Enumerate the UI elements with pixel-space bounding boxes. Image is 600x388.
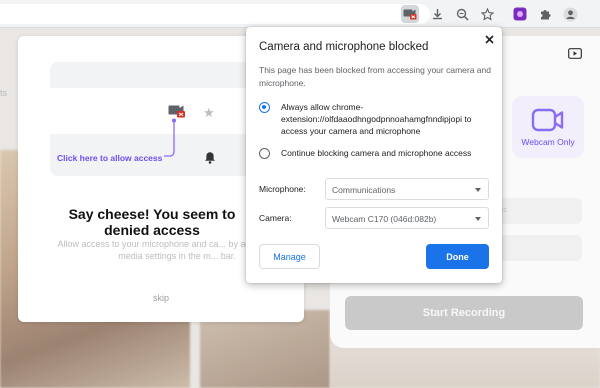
microphone-label: Microphone: (259, 184, 306, 194)
camera-select[interactable]: Webcam C170 (046d:082b) (325, 207, 489, 229)
camera-value: Webcam C170 (046d:082b) (332, 214, 437, 224)
allow-option-label[interactable]: Always allow chrome-extension://olfdaaod… (281, 101, 491, 137)
microphone-select[interactable]: Communications (325, 178, 489, 200)
webcam-only-label: Webcam Only (521, 137, 575, 147)
camera-blocked-icon[interactable] (401, 5, 419, 23)
permission-popup: Camera and microphone blocked This page … (246, 27, 502, 283)
extension-app-icon[interactable] (511, 5, 529, 23)
camera-blocked-icon (168, 104, 186, 118)
manage-button[interactable]: Manage (259, 244, 320, 269)
browser-toolbar (0, 0, 600, 28)
background-text: ts (0, 88, 8, 98)
card-title-line2: denied access (104, 222, 200, 238)
allow-access-link: Click here to allow access (57, 153, 163, 163)
bookmark-star-icon[interactable] (478, 5, 496, 23)
bell-icon (204, 151, 216, 164)
card-title: Say cheese! You seem to denied access (50, 206, 254, 238)
chevron-down-icon (475, 188, 481, 192)
camera-label: Camera: (259, 213, 292, 223)
puzzle-extensions-icon[interactable] (536, 5, 554, 23)
allow-radio[interactable] (259, 102, 270, 113)
close-icon[interactable] (482, 32, 496, 46)
popup-description: This page has been blocked from accessin… (259, 65, 491, 88)
card-title-line1: Say cheese! You seem to (68, 206, 236, 222)
webcam-only-option[interactable]: Webcam Only (512, 96, 584, 158)
start-recording-button[interactable]: Start Recording (345, 296, 583, 330)
download-icon[interactable] (428, 5, 446, 23)
webcam-icon (531, 108, 564, 132)
pointer-arrow (164, 118, 176, 157)
illustration-address-bar (50, 88, 270, 134)
address-bar[interactable] (0, 4, 430, 24)
audio-source-field[interactable]: ess (490, 198, 582, 224)
block-radio[interactable] (259, 148, 270, 159)
done-button[interactable]: Done (426, 244, 489, 269)
skip-link[interactable]: skip (18, 293, 304, 303)
video-library-icon[interactable] (568, 46, 584, 60)
microphone-value: Communications (332, 185, 396, 195)
profile-icon[interactable] (561, 5, 579, 23)
star-icon: ★ (203, 105, 215, 120)
popup-title: Camera and microphone blocked (259, 41, 429, 53)
block-option-label[interactable]: Continue blocking camera and microphone … (281, 147, 491, 159)
chevron-down-icon (475, 217, 481, 221)
zoom-icon[interactable] (453, 5, 471, 23)
settings-field[interactable] (490, 235, 582, 261)
